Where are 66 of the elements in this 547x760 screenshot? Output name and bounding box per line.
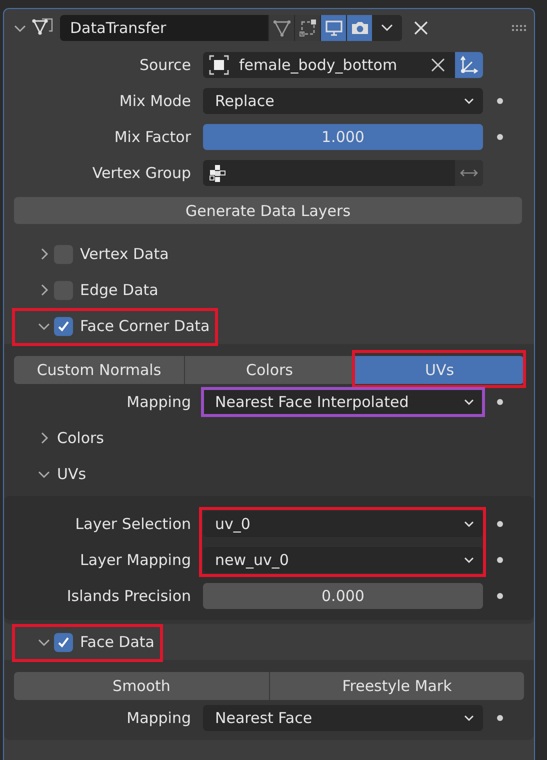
caret-icon bbox=[463, 398, 475, 406]
checkmark-icon bbox=[57, 636, 70, 648]
tab[interactable]: UVs bbox=[354, 356, 524, 384]
property-label: Layer Selection bbox=[74, 515, 192, 533]
vertex-group-field[interactable] bbox=[203, 160, 483, 186]
axes-icon bbox=[459, 55, 479, 75]
close-icon bbox=[414, 21, 428, 35]
property-label: Islands Precision bbox=[66, 587, 192, 605]
section-title[interactable]: Face Corner Data bbox=[77, 317, 210, 335]
keyframe-dot-icon[interactable] bbox=[497, 521, 503, 527]
checkmark-icon bbox=[57, 320, 70, 332]
modifier-name-field[interactable]: DataTransfer bbox=[60, 15, 402, 41]
property-label: Source bbox=[138, 56, 192, 74]
keyframe-dot-icon[interactable] bbox=[497, 134, 503, 140]
tab[interactable]: Freestyle Mark bbox=[269, 672, 524, 700]
tab[interactable]: Custom Normals bbox=[14, 356, 184, 384]
vertex-group-icon bbox=[209, 164, 227, 182]
dropdown[interactable]: Nearest Face bbox=[203, 705, 483, 731]
keyframe-dot-icon[interactable] bbox=[497, 399, 503, 405]
section-title[interactable]: Edge Data bbox=[77, 281, 158, 299]
property-label: Mapping bbox=[126, 709, 192, 727]
keyframe-dot-icon[interactable] bbox=[497, 557, 503, 563]
dropdown[interactable]: Nearest Face Interpolated bbox=[203, 389, 483, 415]
caret-icon bbox=[380, 23, 394, 33]
caret-icon bbox=[463, 556, 475, 564]
double-arrow-icon bbox=[460, 168, 478, 178]
property-label: Mix Mode bbox=[118, 92, 192, 110]
property-label: Vertex Group bbox=[91, 164, 192, 182]
slider[interactable]: 1.000 bbox=[203, 124, 483, 150]
checkbox[interactable] bbox=[54, 244, 73, 264]
dropdown[interactable]: Replace bbox=[203, 88, 483, 114]
dropdown-button[interactable] bbox=[372, 15, 402, 41]
toggle-button[interactable] bbox=[320, 15, 346, 41]
property-label: Mix Factor bbox=[113, 128, 192, 146]
cage-icon bbox=[298, 19, 316, 37]
keyframe-dot-icon[interactable] bbox=[497, 98, 503, 104]
generate-data-layers-button[interactable]: Generate Data Layers bbox=[14, 197, 522, 224]
close-icon[interactable] bbox=[431, 58, 445, 72]
tab[interactable]: Smooth bbox=[14, 672, 269, 700]
object-transform-toggle[interactable] bbox=[455, 52, 483, 78]
checkbox[interactable] bbox=[54, 632, 73, 652]
caret-icon bbox=[463, 97, 475, 105]
object-icon bbox=[209, 55, 229, 75]
subpanel-title[interactable]: Colors bbox=[54, 429, 104, 447]
section-title[interactable]: Vertex Data bbox=[77, 245, 169, 263]
dropdown[interactable]: uv_0 bbox=[203, 511, 483, 537]
camera-icon bbox=[350, 19, 368, 37]
monitor-icon bbox=[324, 19, 342, 37]
invert-button[interactable] bbox=[455, 160, 483, 186]
section-title[interactable]: Face Data bbox=[77, 633, 155, 651]
tab[interactable]: Colors bbox=[184, 356, 354, 384]
object-field[interactable]: female_body_bottom bbox=[203, 52, 455, 78]
checkbox[interactable] bbox=[54, 280, 73, 300]
property-label: Layer Mapping bbox=[79, 551, 192, 569]
checkbox[interactable] bbox=[54, 316, 73, 336]
keyframe-dot-icon[interactable] bbox=[497, 715, 503, 721]
keyframe-dot-icon[interactable] bbox=[497, 593, 503, 599]
triangle-vertices-icon bbox=[272, 19, 290, 37]
caret-icon bbox=[463, 714, 475, 722]
dropdown[interactable]: new_uv_0 bbox=[203, 547, 483, 573]
subpanel-title[interactable]: UVs bbox=[54, 465, 86, 483]
drag-handle-icon[interactable] bbox=[512, 24, 526, 32]
property-label: Mapping bbox=[126, 393, 192, 411]
caret-icon bbox=[463, 520, 475, 528]
number-field[interactable]: 0.000 bbox=[203, 583, 483, 609]
toggle-button[interactable] bbox=[346, 15, 372, 41]
